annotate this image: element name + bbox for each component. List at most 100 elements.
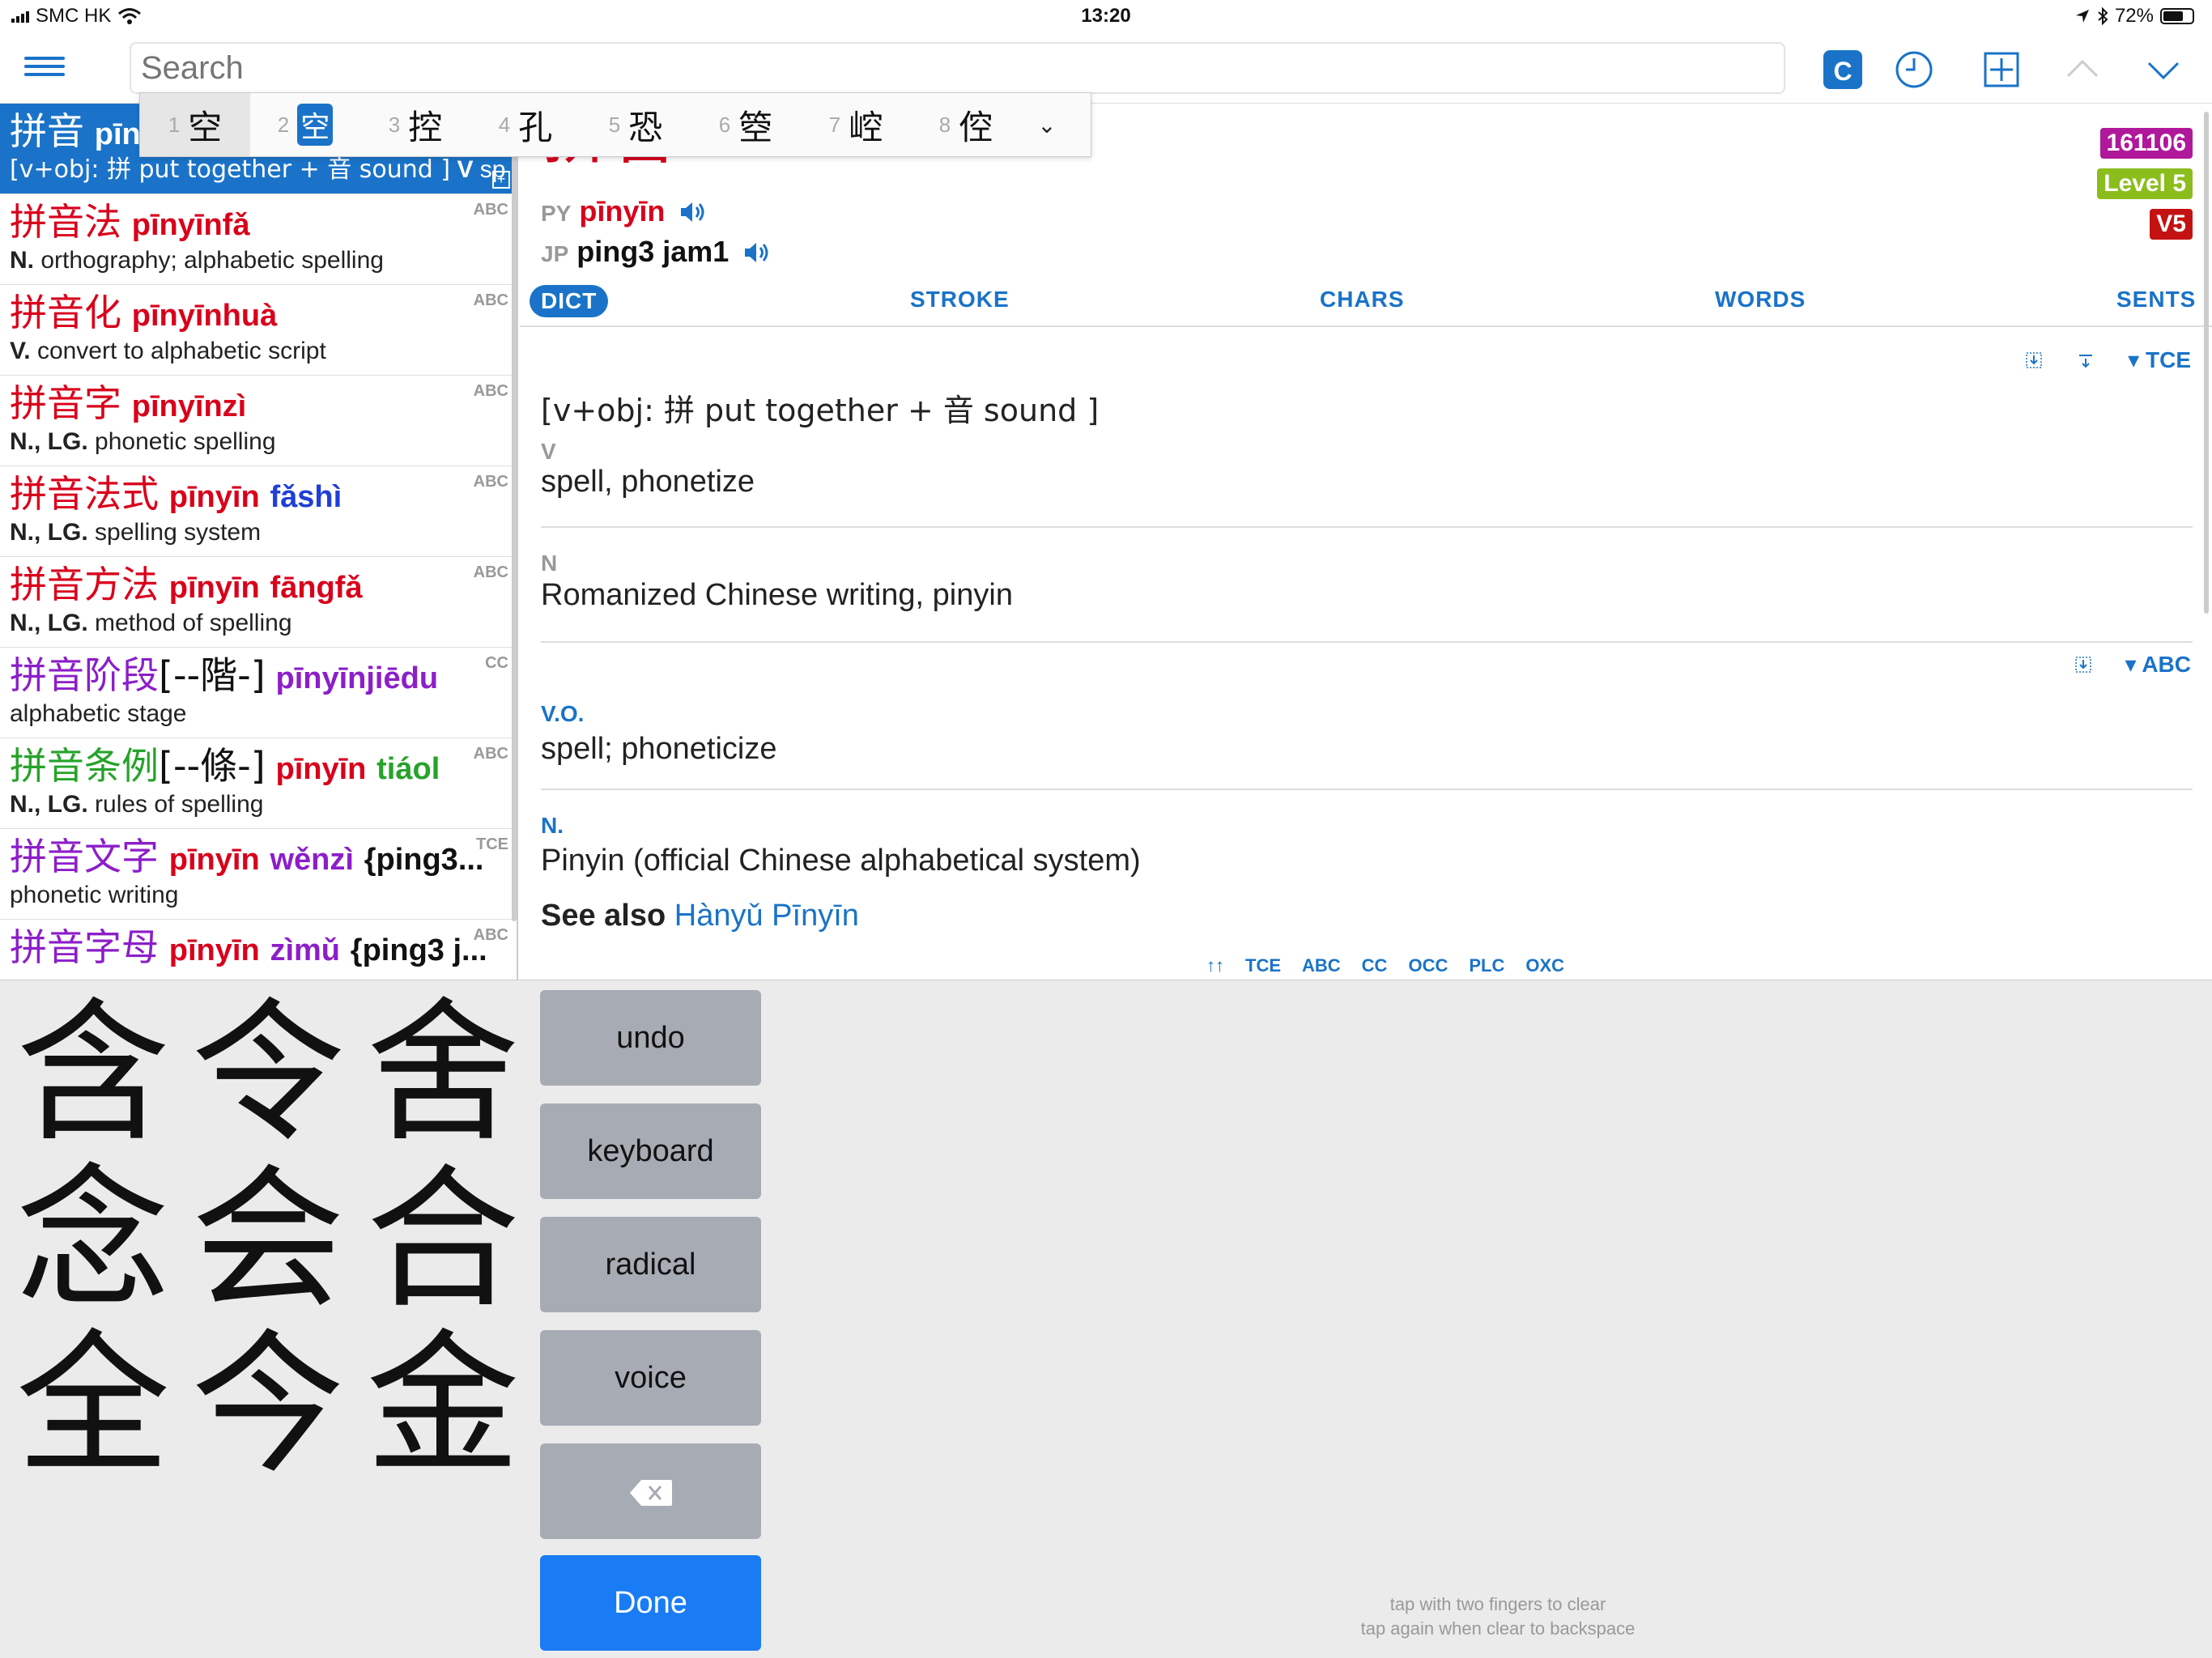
list-item[interactable]: ABC 拼音字母 pīnyīn zìmǔ {ping3 j... (0, 920, 517, 980)
list-item-pos: V. (10, 338, 31, 364)
collapse-all-icon[interactable] (2074, 655, 2093, 674)
divider (541, 789, 2193, 790)
handwriting-candidate[interactable]: 念 (8, 1155, 178, 1325)
word-list: 拼音 pīn [v+obj: 拼 put together + 音 sound … (0, 104, 518, 980)
tab-stroke[interactable]: STROKE (910, 287, 1010, 312)
definition-text: Romanized Chinese writing, pinyin (541, 578, 1013, 612)
candidate-item[interactable]: 4孔 (470, 93, 581, 156)
list-item-def: alphabetic stage (10, 700, 187, 727)
jump-oxc-link[interactable]: OXC (1525, 955, 1564, 976)
list-item-hanzi: 拼音字 (10, 381, 121, 425)
handwriting-candidate[interactable]: 舍 (358, 988, 528, 1158)
clipboard-c-button[interactable]: C (1823, 50, 1862, 89)
tab-chars[interactable]: CHARS (1320, 287, 1405, 312)
list-item[interactable]: ABC 拼音方法 pīnyīn fāngfǎ N., LG. method of… (0, 557, 517, 648)
candidate-item[interactable]: 5恐 (581, 93, 691, 156)
list-item[interactable]: ABC 拼音条例[--條-] pīnyīn tiáol N., LG. rule… (0, 738, 517, 829)
list-item[interactable]: ABC 拼音化 pīnyīnhuà V. convert to alphabet… (0, 285, 517, 376)
source-tag: TCE (476, 835, 508, 853)
candidate-item[interactable]: 1空 (140, 93, 250, 156)
jump-icon[interactable] (2076, 351, 2095, 370)
add-to-list-icon[interactable] (1980, 49, 2023, 91)
chevron-up-icon[interactable] (2061, 49, 2104, 91)
handwriting-candidate[interactable]: 今 (183, 1320, 353, 1490)
list-item-hanzi: 拼音法 (10, 200, 121, 244)
done-button[interactable]: Done (540, 1555, 761, 1651)
candidate-bar: 1空 2空 3控 4孔 5恐 6箜 7崆 8倥 ⌄ (139, 92, 1091, 157)
undo-button[interactable]: undo (540, 990, 761, 1086)
candidate-item[interactable]: 6箜 (691, 93, 801, 156)
list-item[interactable]: TCE 拼音文字 pīnyīn wěnzì {ping3... phonetic… (0, 829, 517, 920)
jyutping-text: ping3 jam1 (576, 235, 730, 268)
battery-fill (2163, 11, 2184, 21)
source-tag: ABC (473, 201, 508, 219)
menu-icon[interactable] (24, 52, 65, 84)
list-item-hanzi: 拼音条例 (10, 744, 159, 788)
search-input[interactable] (130, 42, 1785, 94)
voice-button[interactable]: voice (540, 1330, 761, 1426)
chevron-down-icon[interactable]: ⌄ (1021, 93, 1073, 156)
jump-tce-link[interactable]: TCE (1245, 955, 1281, 976)
frequency-badge: 161106 (2099, 128, 2193, 159)
handwriting-candidate[interactable]: 令 (183, 988, 353, 1158)
source-tag: ABC (473, 291, 508, 309)
list-item-pinyin-2: zìmǔ (270, 933, 341, 967)
list-item[interactable]: ABC 拼音法 pīnyīnfǎ N. orthography; alphabe… (0, 194, 517, 285)
jump-plc-link[interactable]: PLC (1469, 955, 1504, 976)
list-item-pinyin-2: wěnzì (270, 843, 354, 877)
status-time: 13:20 (1081, 5, 1131, 27)
definition-text: spell; phoneticize (541, 732, 777, 766)
section-toggle-tce[interactable]: ▾ TCE (2128, 346, 2191, 373)
candidate-number: 3 (388, 112, 401, 137)
definition-text: spell, phonetize (541, 465, 755, 499)
handwriting-candidate[interactable]: 含 (8, 988, 178, 1158)
handwriting-candidate[interactable]: 会 (183, 1155, 353, 1325)
speaker-icon[interactable] (743, 240, 771, 265)
list-item-pinyin: pīnyīn (168, 933, 260, 967)
candidate-item[interactable]: 3控 (360, 93, 470, 156)
candidate-item[interactable]: 8倥 (911, 93, 1021, 156)
list-scrollbar[interactable] (512, 112, 517, 921)
jump-occ-link[interactable]: OCC (1408, 955, 1448, 976)
candidate-item[interactable]: 2空 (250, 93, 360, 156)
jyutping-line: JP ping3 jam1 (541, 235, 771, 269)
divider (541, 526, 2193, 528)
list-item-pinyin-2: fāngfǎ (270, 571, 363, 605)
list-item[interactable]: ABC 拼音字 pīnyīnzì N., LG. phonetic spelli… (0, 376, 517, 466)
list-item[interactable]: ABC 拼音法式 pīnyīn fǎshì N., LG. spelling s… (0, 466, 517, 557)
chevron-down-icon[interactable] (2142, 49, 2184, 91)
jump-cc-link[interactable]: CC (1362, 955, 1388, 976)
list-item-traditional: [--階-] (159, 653, 266, 697)
handwriting-candidate[interactable]: 全 (8, 1320, 178, 1490)
hint-line: tap with two fingers to clear (1389, 1594, 1606, 1614)
candidate-char: 孔 (518, 107, 553, 147)
collapse-all-icon[interactable] (2024, 351, 2044, 370)
list-item-pinyin: pīnyīnfǎ (131, 208, 250, 242)
tab-words[interactable]: WORDS (1715, 287, 1806, 312)
candidate-item[interactable]: 7崆 (801, 93, 911, 156)
candidate-char: 倥 (959, 107, 993, 147)
list-item-pinyin: pīnyīn (168, 480, 260, 514)
entry-scrollbar[interactable] (2204, 112, 2209, 614)
expand-plus-icon[interactable]: + (492, 171, 510, 189)
list-item-jyutping: {ping3... (364, 843, 484, 877)
see-also-link[interactable]: Hànyǔ Pīnyīn (674, 899, 859, 933)
speaker-icon[interactable] (679, 200, 707, 224)
jump-top-link[interactable]: ↑↑ (1206, 955, 1224, 976)
status-bar: SMC HK 13:20 72% (0, 0, 2212, 32)
tab-sents[interactable]: SENTS (2116, 287, 2196, 312)
list-item-hanzi: 拼音文字 (10, 835, 159, 878)
history-clock-icon[interactable] (1893, 49, 1935, 91)
list-item-pos: N., LG. (10, 791, 88, 818)
definition-text: Pinyin (official Chinese alphabetical sy… (541, 844, 1141, 878)
handwriting-candidate[interactable]: 金 (358, 1320, 528, 1490)
section-toggle-abc[interactable]: ▾ ABC (2125, 651, 2191, 678)
list-item[interactable]: CC 拼音阶段[--階-] pīnyīnjiēdu alphabetic sta… (0, 648, 517, 738)
radical-button[interactable]: radical (540, 1217, 761, 1312)
tab-dict[interactable]: DICT (530, 285, 609, 317)
keyboard-button[interactable]: keyboard (540, 1103, 761, 1199)
handwriting-candidate[interactable]: 合 (358, 1155, 528, 1325)
backspace-button[interactable] (540, 1443, 761, 1539)
jump-abc-link[interactable]: ABC (1302, 955, 1341, 976)
list-item-pinyin-2: tiáol (376, 752, 440, 786)
